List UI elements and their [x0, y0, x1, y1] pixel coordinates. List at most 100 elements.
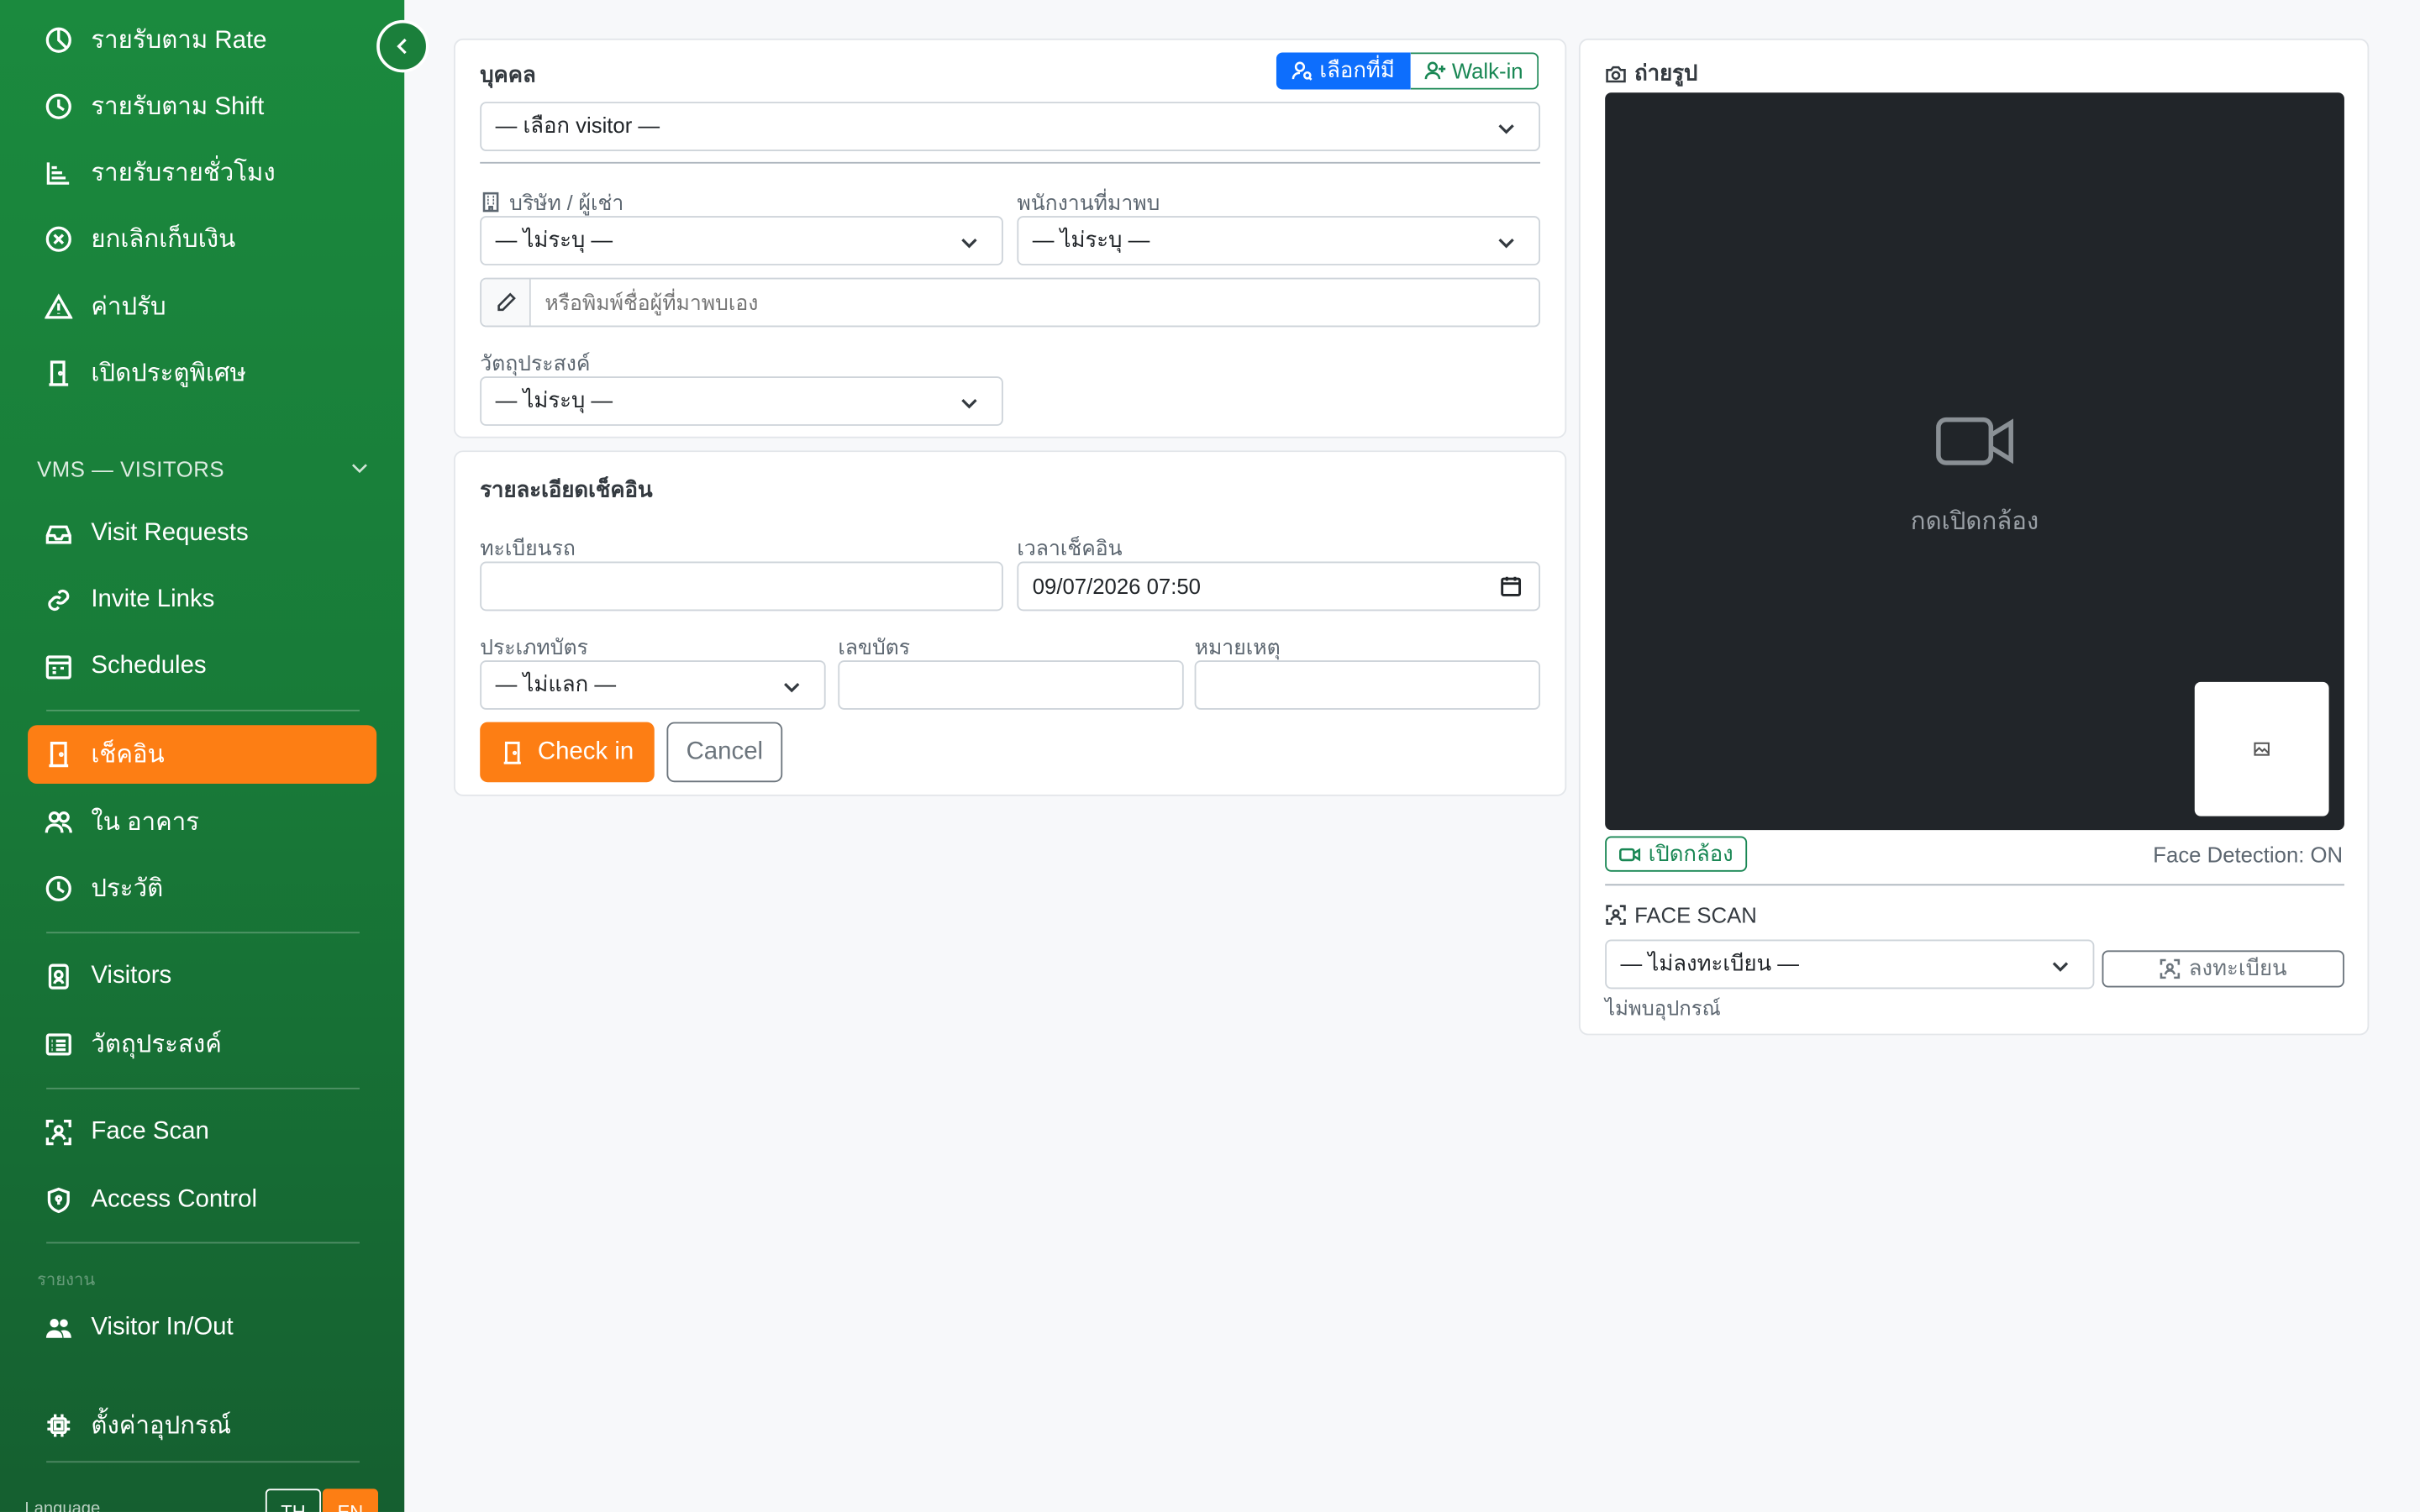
sidebar-item-fines[interactable]: ค่าปรับ: [28, 278, 376, 337]
video-camera-icon: [1619, 843, 1641, 865]
sidebar-item-special-door[interactable]: เปิดประตูพิเศษ: [28, 344, 376, 403]
sidebar-item-device-settings[interactable]: ตั้งค่าอุปกรณ์: [28, 1396, 376, 1455]
language-en-button[interactable]: EN: [322, 1488, 378, 1512]
sidebar-section-vms[interactable]: VMS — VISITORS: [37, 450, 371, 487]
toggle-walkin-button[interactable]: Walk-in: [1410, 52, 1539, 90]
sidebar-item-label: ใน อาคาร: [91, 809, 200, 836]
checkin-time-input[interactable]: 09/07/2026 07:50: [1017, 561, 1541, 612]
pie-chart-icon: [45, 26, 72, 54]
sidebar-divider: [46, 1242, 360, 1244]
photo-divider: [1605, 884, 2344, 886]
sidebar-item-label: วัตถุประสงค์: [91, 1031, 222, 1058]
toggle-existing-button[interactable]: เลือกที่มี: [1276, 52, 1411, 90]
note-label: หมายเหตุ: [1194, 635, 1281, 659]
sidebar-item-label: ประวัติ: [91, 875, 164, 902]
sidebar-divider: [46, 1087, 360, 1089]
host-manual-input[interactable]: [530, 279, 1539, 326]
sidebar-item-label: เช็คอิน: [91, 741, 165, 768]
cancel-button[interactable]: Cancel: [666, 722, 783, 783]
sidebar-item-schedules[interactable]: Schedules: [28, 638, 376, 696]
visitor-select[interactable]: — เลือก visitor —: [480, 102, 1541, 151]
face-scan-heading: FACE SCAN: [1605, 902, 1757, 927]
shield-icon: [45, 1186, 72, 1214]
pencil-icon: [481, 279, 531, 326]
company-select[interactable]: — ไม่ระบุ —: [480, 216, 1003, 265]
plate-label: ทะเบียนรถ: [480, 537, 576, 560]
toggle-walkin-label: Walk-in: [1451, 58, 1523, 84]
face-scan-select[interactable]: — ไม่ลงทะเบียน —: [1605, 939, 2095, 990]
sidebar-item-purposes[interactable]: วัตถุประสงค์: [28, 1016, 376, 1074]
calendar-icon: [1500, 575, 1522, 597]
card-number-label: เลขบัตร: [838, 635, 911, 659]
sidebar-item-label: Visitors: [91, 963, 172, 990]
people-icon: [45, 808, 72, 836]
card-type-select-value: — ไม่แลก —: [495, 670, 617, 696]
sidebar-divider: [46, 1461, 360, 1463]
purpose-select[interactable]: — ไม่ระบุ —: [480, 376, 1003, 426]
sidebar-item-in-building[interactable]: ใน อาคาร: [28, 793, 376, 852]
sidebar-item-revenue-rate[interactable]: รายรับตาม Rate: [28, 11, 376, 70]
note-input[interactable]: [1194, 660, 1541, 710]
sidebar-item-visitors[interactable]: Visitors: [28, 948, 376, 1006]
host-label: พนักงานที่มาพบ: [1017, 191, 1160, 215]
sidebar-divider: [46, 932, 360, 934]
sidebar-item-label: Face Scan: [91, 1118, 209, 1145]
sidebar-item-invite-links[interactable]: Invite Links: [28, 571, 376, 630]
sidebar-item-face-scan[interactable]: Face Scan: [28, 1103, 376, 1162]
person-card-title: บุคคล: [480, 61, 536, 87]
checkin-time-value: 09/07/2026 07:50: [1032, 574, 1201, 599]
camera-preview[interactable]: กดเปิดกล้อง: [1605, 92, 2344, 831]
x-circle-icon: [45, 225, 72, 253]
inbox-icon: [45, 520, 72, 548]
sidebar-item-cancel-payment[interactable]: ยกเลิกเก็บเงิน: [28, 210, 376, 269]
sidebar-item-history[interactable]: ประวัติ: [28, 859, 376, 918]
person-divider: [480, 161, 1541, 164]
photo-card: ถ่ายรูป กดเปิดกล้อง เปิดกล้อง Face Detec…: [1578, 38, 2370, 1036]
host-select[interactable]: — ไม่ระบุ —: [1017, 216, 1541, 265]
sidebar-caption-reports: รายงาน: [37, 1271, 96, 1290]
register-face-label: ลงทะเบียน: [2188, 954, 2287, 980]
chevron-left-icon: [392, 35, 414, 57]
sidebar-item-label: ตั้งค่าอุปกรณ์: [91, 1412, 232, 1439]
sidebar-item-label: ยกเลิกเก็บเงิน: [91, 226, 236, 253]
chevron-down-icon: [959, 392, 981, 414]
chevron-down-icon: [349, 456, 371, 482]
checkin-button-label: Check in: [537, 738, 634, 765]
sidebar-item-visit-requests[interactable]: Visit Requests: [28, 505, 376, 564]
sidebar-item-label: เปิดประตูพิเศษ: [91, 360, 246, 387]
chevron-down-icon: [1496, 232, 1518, 254]
card-type-select[interactable]: — ไม่แลก —: [480, 660, 826, 710]
clock-icon: [45, 92, 72, 120]
face-scan-title: FACE SCAN: [1634, 902, 1757, 927]
sidebar-item-revenue-hourly[interactable]: รายรับรายชั่วโมง: [28, 144, 376, 202]
register-face-button[interactable]: ลงทะเบียน: [2102, 950, 2344, 988]
photo-thumbnail[interactable]: [2194, 681, 2329, 816]
open-camera-label: เปิดกล้อง: [1648, 840, 1733, 865]
person-plus-icon: [1424, 60, 1446, 82]
person-search-icon: [1292, 60, 1313, 82]
face-scan-select-value: — ไม่ลงทะเบียน —: [1620, 950, 1799, 975]
sidebar-item-revenue-shift[interactable]: รายรับตาม Shift: [28, 77, 376, 136]
sidebar-item-visitor-in-out[interactable]: Visitor In/Out: [28, 1299, 376, 1358]
checkin-button[interactable]: Check in: [480, 722, 655, 783]
sidebar-item-label: รายรับตาม Shift: [91, 93, 265, 120]
sidebar-item-access-control[interactable]: Access Control: [28, 1171, 376, 1230]
purpose-label: วัตถุประสงค์: [480, 351, 591, 375]
sidebar-item-checkin[interactable]: เช็คอิน: [28, 725, 377, 785]
checkin-time-label: เวลาเช็คอิน: [1017, 537, 1123, 560]
sidebar-item-label: รายรับรายชั่วโมง: [91, 160, 276, 186]
sidebar-collapse-button[interactable]: [376, 19, 429, 73]
door-open-icon: [45, 741, 72, 769]
card-number-input[interactable]: [838, 660, 1184, 710]
company-select-value: — ไม่ระบุ —: [495, 226, 613, 252]
sidebar-item-label: Access Control: [91, 1186, 257, 1213]
host-select-value: — ไม่ระบุ —: [1032, 226, 1150, 252]
bar-list-icon: [45, 159, 72, 186]
face-scan-icon: [2160, 958, 2181, 980]
plate-input[interactable]: [480, 561, 1003, 612]
language-th-button[interactable]: TH: [265, 1488, 322, 1512]
face-scan-icon: [1605, 904, 1627, 926]
open-camera-button[interactable]: เปิดกล้อง: [1605, 836, 1748, 872]
face-scan-icon: [45, 1119, 72, 1147]
cpu-icon: [45, 1412, 72, 1440]
